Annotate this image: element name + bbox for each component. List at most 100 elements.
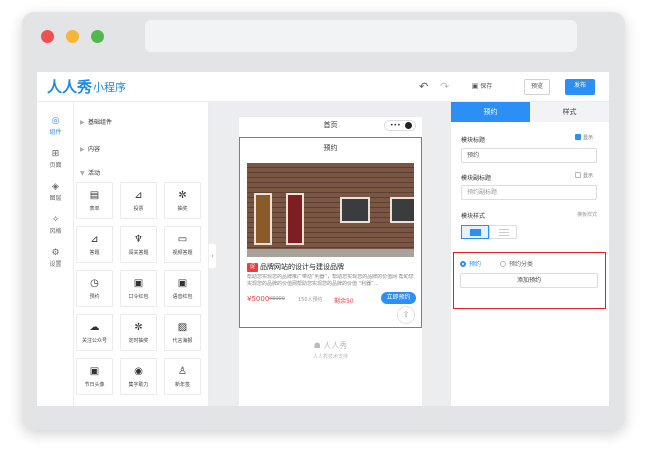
share-icon[interactable]: ⇧ bbox=[397, 306, 415, 324]
product-title: 品牌网站的设计与建设品牌 bbox=[260, 263, 344, 271]
style-option-card[interactable] bbox=[461, 225, 489, 239]
product-description: 帮助您实现您的品牌推广带动“利器”，帮助您实现您的品牌的价值网 帮助您实现您的品… bbox=[247, 274, 414, 287]
phone-header: 首页 ••• bbox=[239, 117, 422, 133]
preview-button[interactable]: 预览 bbox=[524, 79, 550, 95]
component-voice-redpacket[interactable]: ▣ 语音红包 bbox=[164, 270, 201, 307]
phone-preview: 首页 ••• 预约 促 品牌网站的设计与建设品牌 帮助您实现您的品牌推广带动“利… bbox=[239, 117, 422, 406]
editor-canvas: ‹ 首页 ••• 预约 促 品牌网站的设计与建设品牌 帮助您实现您的品牌推广带动… bbox=[209, 102, 451, 406]
component-timed-lottery[interactable]: ✼ 定时抽奖 bbox=[120, 314, 157, 351]
page-title: 首页 bbox=[323, 121, 338, 129]
rail-item-style[interactable]: ✧ 风格 bbox=[37, 215, 74, 235]
style-option-list[interactable] bbox=[489, 225, 517, 239]
collect-icon: ◉ bbox=[134, 366, 143, 377]
booked-count: 150人预约 bbox=[298, 297, 323, 303]
component-word-collect[interactable]: ◉ 集字助力 bbox=[120, 358, 157, 395]
radio-booking-category[interactable]: 预约分类 bbox=[500, 259, 533, 268]
list-layout-icon bbox=[499, 229, 509, 236]
wechat-icon: ☁ bbox=[89, 322, 100, 333]
book-now-button[interactable]: 立即预约 bbox=[381, 292, 416, 304]
settings-icon: ⚙ bbox=[51, 248, 60, 258]
mini-program-capsule[interactable]: ••• bbox=[384, 120, 416, 131]
app-subtitle: 小程序 bbox=[93, 81, 126, 94]
component-holiday-avatar[interactable]: ▣ 节日头像 bbox=[76, 358, 113, 395]
tab-booking[interactable]: 预约 bbox=[451, 102, 530, 122]
module-subtitle-input[interactable]: 预约副标题 bbox=[461, 185, 597, 200]
component-password-redpacket[interactable]: ▣ 口令红包 bbox=[120, 270, 157, 307]
component-quiz[interactable]: ⊿ 答题 bbox=[76, 226, 113, 263]
publish-button[interactable]: 发布 bbox=[565, 79, 595, 95]
footer-credit: 人人秀技术支持 bbox=[312, 354, 348, 360]
show-subtitle-checkbox[interactable]: 显示 bbox=[575, 172, 593, 179]
save-button[interactable]: ▣ 保存 bbox=[465, 79, 499, 95]
undo-icon[interactable]: ↶ bbox=[419, 80, 428, 93]
component-video-quiz[interactable]: ▭ 视频答题 bbox=[164, 226, 201, 263]
timer-icon: ✼ bbox=[134, 322, 143, 333]
more-icon[interactable]: ••• bbox=[390, 121, 401, 130]
lottery-icon: ✼ bbox=[178, 190, 187, 201]
redo-icon[interactable]: ↷ bbox=[440, 80, 449, 93]
poster-icon: ▨ bbox=[177, 322, 188, 333]
component-booking[interactable]: ◷ 预约 bbox=[76, 270, 113, 307]
component-new-year-sign[interactable]: ♙ 新年签 bbox=[164, 358, 201, 395]
video-icon: ▭ bbox=[177, 234, 188, 245]
component-vote[interactable]: ⊿ 投票 bbox=[120, 182, 157, 219]
collapse-panel-handle[interactable]: ‹ bbox=[209, 244, 216, 268]
radio-icon bbox=[500, 261, 506, 267]
component-panel: ▶ 基础组件 ▶ 内容 ▼ 活动 ▤ 表单 ⊿ 投票 ✼ 抽奖 ⊿ 答题 ♆ 闯关答题 ▭ 视频答… bbox=[74, 102, 209, 406]
component-level-quiz[interactable]: ♆ 闯关答题 bbox=[120, 226, 157, 263]
browser-window: 人人秀 小程序 ↶ ↷ ▣ 保存 预览 发布 ◎ 组件 ⊞ 页面 ◈ 图层 ✧ … bbox=[22, 12, 625, 430]
component-lottery[interactable]: ✼ 抽奖 bbox=[164, 182, 201, 219]
radio-booking[interactable]: 预约 bbox=[460, 259, 481, 268]
module-subtitle-label: 模块副标题 bbox=[461, 175, 492, 182]
properties-panel: 预约 样式 模块标题 显示 预约 模块副标题 显示 预约副标题 模块样式 横板样… bbox=[451, 102, 609, 406]
radio-selected-icon bbox=[460, 261, 466, 267]
chevron-down-icon: ▼ bbox=[80, 170, 85, 177]
module-title-input[interactable]: 预约 bbox=[461, 148, 597, 163]
module-title-label: 模块标题 bbox=[461, 137, 486, 144]
maximize-window-button[interactable] bbox=[91, 30, 104, 43]
component-follow-account[interactable]: ☁ 关注公众号 bbox=[76, 314, 113, 351]
vote-icon: ⊿ bbox=[134, 190, 143, 201]
redpacket-icon: ▣ bbox=[133, 278, 144, 289]
checkbox-icon bbox=[575, 172, 581, 178]
chevron-right-icon: ▶ bbox=[80, 146, 85, 153]
component-poster[interactable]: ▨ 代言海报 bbox=[164, 314, 201, 351]
properties-tabs: 预约 样式 bbox=[451, 102, 609, 122]
left-icon-rail: ◎ 组件 ⊞ 页面 ◈ 图层 ✧ 风格 ⚙ 设置 bbox=[37, 102, 74, 406]
category-activity[interactable]: ▼ 活动 bbox=[80, 168, 100, 177]
form-icon: ▤ bbox=[89, 190, 100, 201]
page-icon: ⊞ bbox=[51, 149, 60, 159]
show-title-checkbox[interactable]: 显示 bbox=[575, 134, 593, 141]
close-window-button[interactable] bbox=[41, 30, 54, 43]
rail-item-layers[interactable]: ◈ 图层 bbox=[37, 182, 74, 202]
avatar-icon: ▣ bbox=[89, 366, 100, 377]
module-title: 预约 bbox=[323, 144, 338, 152]
rail-item-page[interactable]: ⊞ 页面 bbox=[37, 149, 74, 169]
editor-app: 人人秀 小程序 ↶ ↷ ▣ 保存 预览 发布 ◎ 组件 ⊞ 页面 ◈ 图层 ✧ … bbox=[37, 72, 609, 406]
booking-module[interactable]: 预约 促 品牌网站的设计与建设品牌 帮助您实现您的品牌推广带动“利器”，帮助您实… bbox=[239, 137, 422, 328]
module-style-label: 模块样式 bbox=[461, 213, 486, 220]
voice-redpacket-icon: ▣ bbox=[177, 278, 188, 289]
address-bar[interactable] bbox=[145, 20, 577, 52]
chevron-right-icon: ▶ bbox=[80, 119, 85, 126]
close-icon[interactable] bbox=[405, 122, 412, 129]
add-booking-button[interactable]: 添加预约 bbox=[460, 273, 598, 288]
trophy-icon: ♆ bbox=[134, 234, 143, 245]
product-price: ¥5000 bbox=[247, 295, 270, 303]
clock-icon: ◷ bbox=[90, 278, 99, 289]
category-content[interactable]: ▶ 内容 bbox=[80, 144, 100, 153]
rail-item-components[interactable]: ◎ 组件 bbox=[37, 116, 74, 136]
minimize-window-button[interactable] bbox=[66, 30, 79, 43]
original-price: ¥8000 bbox=[269, 296, 285, 302]
window-titlebar bbox=[22, 12, 625, 62]
rail-item-settings[interactable]: ⚙ 设置 bbox=[37, 248, 74, 268]
save-icon: ▣ bbox=[471, 82, 479, 90]
component-form[interactable]: ▤ 表单 bbox=[76, 182, 113, 219]
card-layout-icon bbox=[470, 229, 481, 236]
category-basic[interactable]: ▶ 基础组件 bbox=[80, 117, 112, 126]
tab-style[interactable]: 样式 bbox=[530, 102, 609, 122]
footer-logo: ☗ 人人秀 bbox=[313, 341, 348, 350]
palette-icon: ✧ bbox=[51, 215, 60, 225]
layers-icon: ◈ bbox=[52, 182, 59, 192]
components-icon: ◎ bbox=[51, 116, 60, 126]
